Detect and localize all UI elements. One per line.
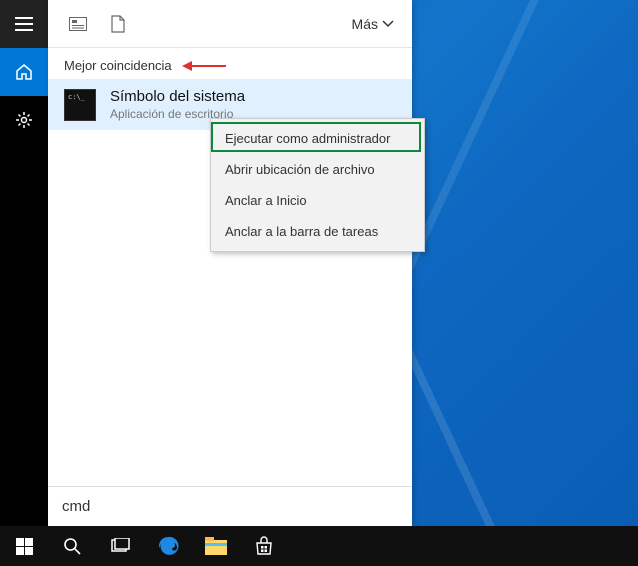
more-label: Más — [352, 16, 378, 32]
task-view-icon[interactable] — [96, 526, 144, 566]
filter-documents-icon[interactable] — [98, 4, 138, 44]
best-match-header: Mejor coincidencia — [48, 48, 412, 79]
store-icon[interactable] — [240, 526, 288, 566]
search-input[interactable] — [62, 498, 398, 515]
result-title: Símbolo del sistema — [110, 87, 245, 107]
settings-icon[interactable] — [0, 96, 48, 144]
file-explorer-icon[interactable] — [192, 526, 240, 566]
best-match-label: Mejor coincidencia — [64, 58, 172, 73]
cmd-icon: c:\_ — [64, 89, 96, 121]
hamburger-icon[interactable] — [0, 0, 48, 48]
search-icon[interactable] — [48, 526, 96, 566]
menu-pin-taskbar[interactable]: Anclar a la barra de tareas — [211, 216, 424, 247]
search-rail — [0, 0, 48, 526]
search-panel: Más Mejor coincidencia c:\_ Símbolo del … — [48, 0, 412, 526]
start-button[interactable] — [0, 526, 48, 566]
filter-apps-icon[interactable] — [58, 4, 98, 44]
menu-run-as-admin[interactable]: Ejecutar como administrador — [211, 123, 424, 154]
context-menu: Ejecutar como administrador Abrir ubicac… — [210, 118, 425, 252]
more-dropdown[interactable]: Más — [344, 16, 402, 32]
search-input-wrap[interactable] — [48, 486, 412, 526]
chevron-down-icon — [382, 20, 394, 28]
annotation-arrow-icon — [182, 60, 228, 72]
menu-open-location[interactable]: Abrir ubicación de archivo — [211, 154, 424, 185]
edge-icon[interactable] — [144, 526, 192, 566]
menu-pin-start[interactable]: Anclar a Inicio — [211, 185, 424, 216]
home-icon[interactable] — [0, 48, 48, 96]
panel-header: Más — [48, 0, 412, 48]
result-text: Símbolo del sistema Aplicación de escrit… — [110, 87, 245, 122]
taskbar — [0, 526, 638, 566]
